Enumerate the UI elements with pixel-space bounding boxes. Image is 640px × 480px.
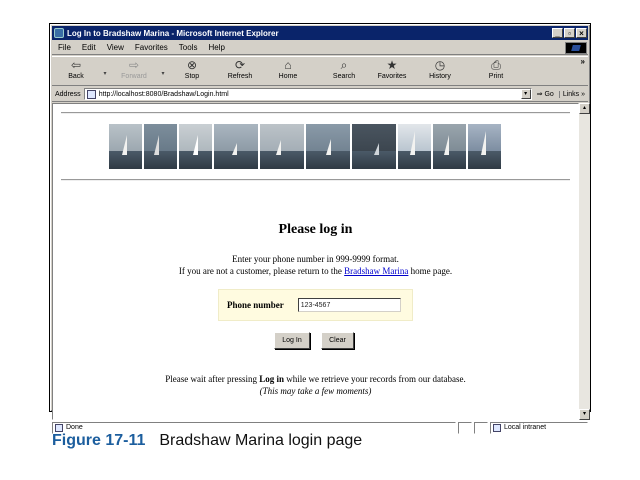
window-title: Log In to Bradshaw Marina - Microsoft In… [67,28,279,38]
links-button[interactable]: Links » [558,90,588,98]
favorites-button[interactable]: ★ Favorites [368,56,416,85]
maximize-button[interactable]: ▫ [564,28,575,38]
wait-message: Please wait after pressing Log in while … [53,374,578,384]
title-bar: Log In to Bradshaw Marina - Microsoft In… [52,26,588,40]
menu-tools[interactable]: Tools [173,43,203,52]
standard-toolbar: ⇦ Back ▾ ⇨ Forward ▾ ⊗ Stop ⟳ Refresh ⌂ … [52,56,588,86]
phone-number-input[interactable] [297,298,401,312]
return-instruction: If you are not a customer, please return… [53,266,578,276]
status-cell [458,421,472,434]
clear-button[interactable]: Clear [321,332,354,349]
history-icon: ◷ [434,58,446,72]
print-button[interactable]: ⎙ Print [472,56,520,85]
browser-window: Log In to Bradshaw Marina - Microsoft In… [49,23,591,434]
close-button[interactable]: × [576,28,587,38]
go-arrow-icon: ⇒ [536,91,543,98]
page-title: Please log in [278,222,353,237]
wait-text-pre: Please wait after pressing [165,374,260,384]
menu-edit[interactable]: Edit [76,43,101,52]
wait-text-bold: Log in [259,374,285,384]
sailboat-photo [214,124,258,169]
windows-logo-icon [565,42,587,54]
scroll-down-icon[interactable]: ▾ [579,409,590,420]
forward-arrow-icon: ⇨ [128,58,140,72]
go-button[interactable]: ⇒ Go [532,90,559,98]
security-zone-text: Local intranet [504,424,547,431]
print-icon: ⎙ [491,58,501,72]
go-label: Go [544,91,554,98]
home-icon: ⌂ [284,58,292,72]
refresh-label: Refresh [227,73,253,80]
toolbar-overflow-icon[interactable]: » [581,57,585,66]
menu-help[interactable]: Help [202,43,229,52]
wait-note: (This may take a few moments) [259,386,372,396]
phone-number-label: Phone number [227,300,284,310]
address-url[interactable]: http://localhost:8080/Bradshaw/Login.htm… [99,91,521,98]
address-input[interactable]: http://localhost:8080/Bradshaw/Login.htm… [83,88,532,100]
favorites-label: Favorites [377,73,407,80]
sailboat-photo [433,124,466,169]
print-label: Print [488,73,504,80]
sailboat-photo [398,124,431,169]
search-icon: ⌕ [340,58,348,72]
bradshaw-marina-link[interactable]: Bradshaw Marina [344,266,408,276]
search-label: Search [332,73,356,80]
stop-button[interactable]: ⊗ Stop [168,56,216,85]
page-viewport: Please log in Enter your phone number in… [52,103,579,420]
security-zone-panel: Local intranet [490,421,588,434]
return-text-pre: If you are not a customer, please return… [178,266,345,276]
return-text-post: home page. [408,266,453,276]
refresh-icon: ⟳ [234,58,246,72]
home-label: Home [278,73,298,80]
top-divider [61,112,570,114]
back-label: Back [68,73,84,80]
photo-divider [61,179,570,181]
figure-caption-text: Bradshaw Marina login page [159,432,363,449]
address-bar: Address http://localhost:8080/Bradshaw/L… [52,87,588,102]
refresh-button[interactable]: ⟳ Refresh [216,56,264,85]
back-dropdown-icon[interactable]: ▾ [100,56,110,77]
wait-text-post: while we retrieve your records from our … [284,374,466,384]
sailboat-photo [179,124,212,169]
stop-label: Stop [184,73,200,80]
format-instruction: Enter your phone number in 999-9999 form… [232,254,399,264]
forward-label: Forward [121,73,147,80]
history-button[interactable]: ◷ History [416,56,464,85]
phone-form: Phone number [218,289,413,321]
favorites-icon: ★ [386,58,398,72]
status-text: Done [66,424,83,431]
sailboat-photo [468,124,501,169]
sailboat-photo [109,124,142,169]
menu-bar: File Edit View Favorites Tools Help [52,41,588,55]
vertical-scrollbar[interactable]: ▴ ▾ [579,103,590,420]
menu-view[interactable]: View [101,43,129,52]
ie-app-icon [54,28,64,38]
history-label: History [429,73,451,80]
search-button[interactable]: ⌕ Search [320,56,368,85]
address-dropdown-icon[interactable]: ▾ [520,89,531,99]
menu-favorites[interactable]: Favorites [129,43,173,52]
address-label: Address [55,90,81,98]
home-button[interactable]: ⌂ Home [264,56,312,85]
forward-dropdown-icon[interactable]: ▾ [158,56,168,77]
sailboat-photo [352,124,396,169]
minimize-button[interactable]: _ [552,28,563,38]
page-icon [86,89,96,99]
scroll-up-icon[interactable]: ▴ [579,103,590,114]
stop-icon: ⊗ [186,58,198,72]
sailboat-photo-strip [109,124,501,169]
intranet-zone-icon [493,423,501,432]
figure-number: Figure 17-11 [52,432,146,449]
menu-file[interactable]: File [52,43,76,52]
login-button[interactable]: Log In [274,332,310,349]
figure-caption: Figure 17-11 Bradshaw Marina login page [52,432,362,450]
page-done-icon [55,423,63,432]
sailboat-photo [306,124,350,169]
status-cell [474,421,488,434]
back-arrow-icon: ⇦ [70,58,82,72]
sailboat-photo [260,124,304,169]
forward-button[interactable]: ⇨ Forward [110,56,158,85]
sailboat-photo [144,124,177,169]
back-button[interactable]: ⇦ Back [52,56,100,85]
